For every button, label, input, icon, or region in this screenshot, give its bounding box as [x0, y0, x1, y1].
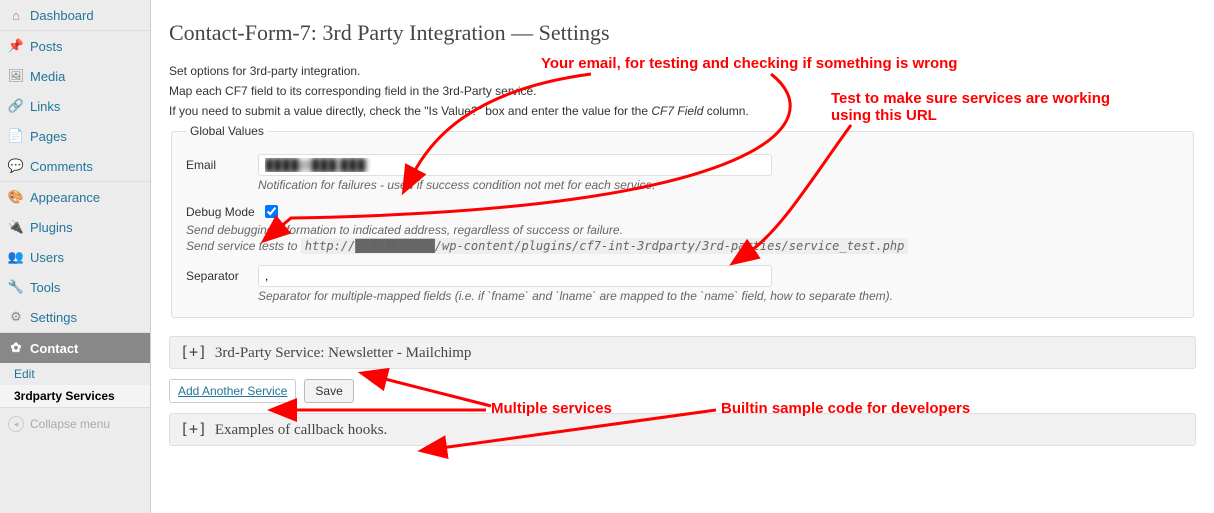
sidebar-label: Posts	[30, 39, 63, 54]
sidebar-label: Contact	[30, 341, 78, 356]
service-bar-mailchimp[interactable]: [+] 3rd-Party Service: Newsletter - Mail…	[169, 336, 1196, 369]
email-help: Notification for failures - used if succ…	[258, 178, 1179, 192]
sidebar-item-appearance[interactable]: 🎨 Appearance	[0, 182, 150, 212]
page-icon: 📄	[8, 128, 24, 144]
main-content: Contact-Form-7: 3rd Party Integration — …	[151, 0, 1214, 513]
collapse-menu[interactable]: ◂ Collapse menu	[0, 407, 150, 440]
sidebar-item-media[interactable]: 🖼 Media	[0, 61, 150, 91]
pin-icon: 📌	[8, 38, 24, 54]
service-bar-title: 3rd-Party Service: Newsletter - Mailchim…	[215, 345, 472, 361]
gear-icon: ✿	[8, 340, 24, 356]
sidebar-label: Users	[30, 250, 64, 265]
plugin-icon: 🔌	[8, 219, 24, 235]
sidebar-item-settings[interactable]: ⚙ Settings	[0, 302, 150, 332]
global-values-legend: Global Values	[186, 124, 268, 138]
sidebar-item-comments[interactable]: 💬 Comments	[0, 151, 150, 181]
sidebar-item-pages[interactable]: 📄 Pages	[0, 121, 150, 151]
sidebar-label: Media	[30, 69, 65, 84]
debug-help-1: Send debugging information to indicated …	[186, 223, 1179, 237]
intro-line-2: Map each CF7 field to its corresponding …	[169, 84, 1196, 98]
separator-input[interactable]	[258, 265, 772, 287]
debug-help-2: Send service tests to http://███████████…	[186, 239, 1179, 253]
home-icon: ⌂	[8, 7, 24, 23]
page-title: Contact-Form-7: 3rd Party Integration — …	[169, 20, 1196, 46]
debug-label: Debug Mode	[186, 205, 255, 219]
separator-help: Separator for multiple-mapped fields (i.…	[258, 289, 1179, 303]
sidebar-label: Plugins	[30, 220, 73, 235]
intro-line-3: If you need to submit a value directly, …	[169, 104, 1196, 118]
tools-icon: 🔧	[8, 279, 24, 295]
sidebar-sub-edit[interactable]: Edit	[0, 363, 150, 385]
comment-icon: 💬	[8, 158, 24, 174]
sidebar-item-users[interactable]: 👥 Users	[0, 242, 150, 272]
examples-bar-title: Examples of callback hooks.	[215, 422, 387, 438]
sidebar-label: Comments	[30, 159, 93, 174]
users-icon: 👥	[8, 249, 24, 265]
sidebar-item-links[interactable]: 🔗 Links	[0, 91, 150, 121]
sidebar-label: Dashboard	[30, 8, 94, 23]
sidebar-sub-3rdparty[interactable]: 3rdparty Services	[0, 385, 150, 407]
sidebar-item-posts[interactable]: 📌 Posts	[0, 31, 150, 61]
collapse-label: Collapse menu	[30, 417, 110, 431]
add-service-button[interactable]: Add Another Service	[169, 379, 296, 403]
collapse-icon: ◂	[8, 416, 24, 432]
link-icon: 🔗	[8, 98, 24, 114]
intro-line-1: Set options for 3rd-party integration.	[169, 64, 1196, 78]
service-test-url: http://███████████/wp-content/plugins/cf…	[301, 238, 909, 254]
expand-icon: [+]	[180, 343, 207, 361]
expand-icon: [+]	[180, 420, 207, 438]
sidebar-label: Tools	[30, 280, 60, 295]
appearance-icon: 🎨	[8, 189, 24, 205]
global-values-fieldset: Global Values Email Notification for fai…	[171, 124, 1194, 318]
sidebar-item-plugins[interactable]: 🔌 Plugins	[0, 212, 150, 242]
sidebar-label: Pages	[30, 129, 67, 144]
media-icon: 🖼	[8, 68, 24, 84]
sidebar-label: Links	[30, 99, 60, 114]
sidebar-item-contact[interactable]: ✿ Contact	[0, 333, 150, 363]
save-button[interactable]: Save	[304, 379, 353, 403]
email-label: Email	[186, 158, 258, 172]
sidebar-label: Settings	[30, 310, 77, 325]
sidebar-label: Appearance	[30, 190, 100, 205]
sidebar-item-dashboard[interactable]: ⌂ Dashboard	[0, 0, 150, 30]
separator-label: Separator	[186, 269, 258, 283]
email-input[interactable]	[258, 154, 772, 176]
settings-icon: ⚙	[8, 309, 24, 325]
examples-bar[interactable]: [+] Examples of callback hooks.	[169, 413, 1196, 446]
debug-checkbox[interactable]	[265, 205, 278, 218]
sidebar-item-tools[interactable]: 🔧 Tools	[0, 272, 150, 302]
admin-sidebar: ⌂ Dashboard 📌 Posts 🖼 Media 🔗 Links 📄 Pa…	[0, 0, 151, 513]
